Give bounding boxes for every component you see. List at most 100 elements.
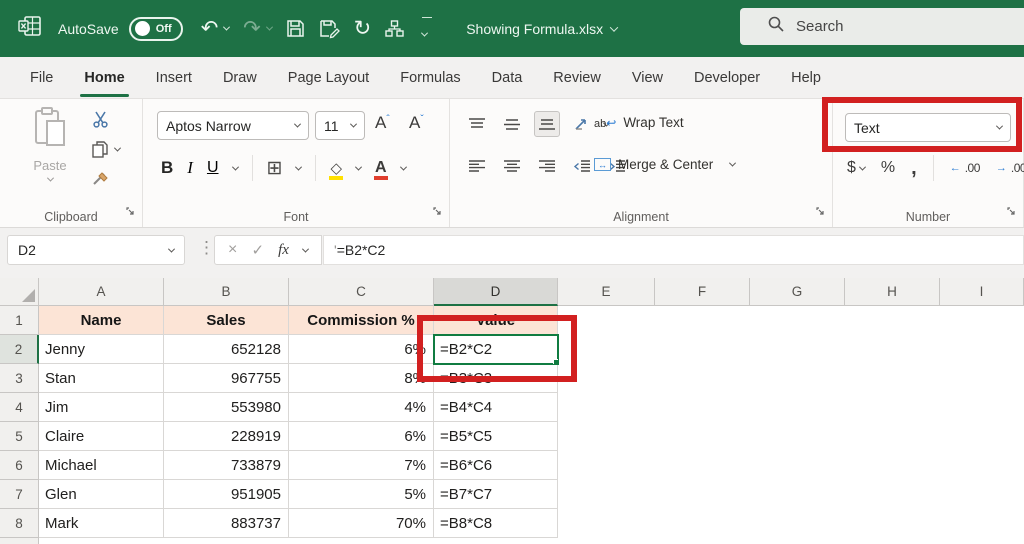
paste-chevron-icon[interactable]: [46, 175, 53, 182]
cancel-icon[interactable]: ×: [228, 241, 237, 259]
wrap-text-button[interactable]: ab↩ Wrap Text: [594, 115, 684, 130]
save-as-icon[interactable]: [319, 19, 340, 38]
increase-font-size-button[interactable]: Aˆ: [375, 113, 390, 133]
undo-chevron-icon[interactable]: [223, 24, 230, 31]
cell-d8[interactable]: =B8*C8: [434, 509, 558, 538]
font-dialog-launcher-icon[interactable]: [433, 204, 443, 222]
cell-b2[interactable]: 652128: [164, 335, 289, 364]
clipboard-dialog-launcher-icon[interactable]: [126, 204, 136, 222]
increase-decimal-button[interactable]: ←.00: [950, 161, 980, 175]
merge-center-chevron-icon[interactable]: [729, 160, 736, 167]
row-header-7[interactable]: 7: [0, 480, 39, 509]
decrease-font-size-button[interactable]: Aˇ: [409, 113, 424, 133]
cell-b3[interactable]: 967755: [164, 364, 289, 393]
search-input[interactable]: Search: [740, 8, 1024, 45]
row-header-9-partial[interactable]: [0, 538, 39, 544]
column-header-b[interactable]: B: [164, 278, 289, 306]
align-top-button[interactable]: [464, 111, 490, 137]
tab-view[interactable]: View: [630, 66, 665, 90]
formula-input[interactable]: ' =B2*C2: [323, 235, 1024, 265]
cell-d3[interactable]: =B3*C3: [434, 364, 558, 393]
row-header-5[interactable]: 5: [0, 422, 39, 451]
tab-home[interactable]: Home: [82, 66, 126, 90]
italic-button[interactable]: I: [187, 158, 193, 178]
cut-button[interactable]: [92, 111, 120, 128]
currency-button[interactable]: $: [847, 159, 865, 177]
excel-logo-icon[interactable]: [18, 15, 42, 42]
enter-icon[interactable]: ✓: [251, 241, 264, 259]
tab-developer[interactable]: Developer: [692, 66, 762, 90]
select-all-corner[interactable]: [0, 278, 39, 306]
row-header-1[interactable]: 1: [0, 306, 39, 335]
align-right-button[interactable]: [534, 153, 560, 179]
underline-chevron-icon[interactable]: [231, 163, 238, 170]
font-color-chevron-icon[interactable]: [400, 163, 407, 170]
column-header-d[interactable]: D: [434, 278, 558, 306]
cell-b7[interactable]: 951905: [164, 480, 289, 509]
tab-help[interactable]: Help: [789, 66, 823, 90]
cell-d4[interactable]: =B4*C4: [434, 393, 558, 422]
fx-chevron-icon[interactable]: [302, 245, 309, 252]
currency-chevron-icon[interactable]: [859, 163, 866, 170]
column-header-c[interactable]: C: [289, 278, 434, 306]
tab-page-layout[interactable]: Page Layout: [286, 66, 371, 90]
tab-formulas[interactable]: Formulas: [398, 66, 462, 90]
font-name-select[interactable]: Aptos Narrow: [157, 111, 309, 140]
cell-a3[interactable]: Stan: [39, 364, 164, 393]
copy-chevron-icon[interactable]: [114, 145, 121, 152]
column-header-h[interactable]: H: [845, 278, 940, 306]
cell-d7[interactable]: =B7*C7: [434, 480, 558, 509]
tab-data[interactable]: Data: [490, 66, 525, 90]
cell-c1[interactable]: Commission %: [289, 306, 434, 335]
percent-button[interactable]: %: [881, 159, 895, 177]
autosave-toggle[interactable]: Off: [129, 17, 183, 41]
column-header-i[interactable]: I: [940, 278, 1024, 306]
row-header-8[interactable]: 8: [0, 509, 39, 538]
cell-a4[interactable]: Jim: [39, 393, 164, 422]
cell-d6[interactable]: =B6*C6: [434, 451, 558, 480]
undo-button[interactable]: ↶: [201, 18, 229, 39]
insert-function-button[interactable]: fx: [278, 242, 289, 259]
save-icon[interactable]: [286, 19, 305, 38]
cell-a1[interactable]: Name: [39, 306, 164, 335]
cell-b8[interactable]: 883737: [164, 509, 289, 538]
column-header-f[interactable]: F: [655, 278, 750, 306]
cell-c7[interactable]: 5%: [289, 480, 434, 509]
cell-d2-selected[interactable]: =B2*C2: [434, 335, 558, 364]
format-painter-button[interactable]: [92, 171, 120, 187]
cell-a5[interactable]: Claire: [39, 422, 164, 451]
align-middle-button[interactable]: [499, 111, 525, 137]
fill-handle[interactable]: [553, 359, 558, 364]
decrease-decimal-button[interactable]: →.00: [996, 161, 1024, 175]
cell-b4[interactable]: 553980: [164, 393, 289, 422]
column-header-a[interactable]: A: [39, 278, 164, 306]
cell-c6[interactable]: 7%: [289, 451, 434, 480]
borders-button[interactable]: ⊞: [267, 157, 283, 180]
align-center-button[interactable]: [499, 153, 525, 179]
cell-d1[interactable]: Value: [434, 306, 558, 335]
align-left-button[interactable]: [464, 153, 490, 179]
cell-c3[interactable]: 8%: [289, 364, 434, 393]
cell-b1[interactable]: Sales: [164, 306, 289, 335]
name-box[interactable]: D2: [7, 235, 185, 265]
column-header-g[interactable]: G: [750, 278, 845, 306]
font-size-select[interactable]: 11: [315, 111, 365, 140]
merge-center-button[interactable]: ↔ Merge & Center: [594, 157, 735, 172]
column-header-e[interactable]: E: [558, 278, 655, 306]
bold-button[interactable]: B: [161, 158, 173, 178]
row-header-6[interactable]: 6: [0, 451, 39, 480]
row-header-3[interactable]: 3: [0, 364, 39, 393]
refresh-icon[interactable]: ↻: [354, 18, 372, 39]
copy-button[interactable]: [92, 141, 120, 158]
orientation-button[interactable]: [569, 111, 595, 137]
number-dialog-launcher-icon[interactable]: [1007, 204, 1017, 222]
cell-b5[interactable]: 228919: [164, 422, 289, 451]
share-hierarchy-icon[interactable]: [385, 20, 404, 38]
redo-chevron-icon[interactable]: [266, 24, 273, 31]
cell-c5[interactable]: 6%: [289, 422, 434, 451]
cell-a7[interactable]: Glen: [39, 480, 164, 509]
cell-c2[interactable]: 6%: [289, 335, 434, 364]
fill-color-chevron-icon[interactable]: [355, 163, 362, 170]
paste-button[interactable]: Paste: [18, 107, 82, 199]
cell-d5[interactable]: =B5*C5: [434, 422, 558, 451]
